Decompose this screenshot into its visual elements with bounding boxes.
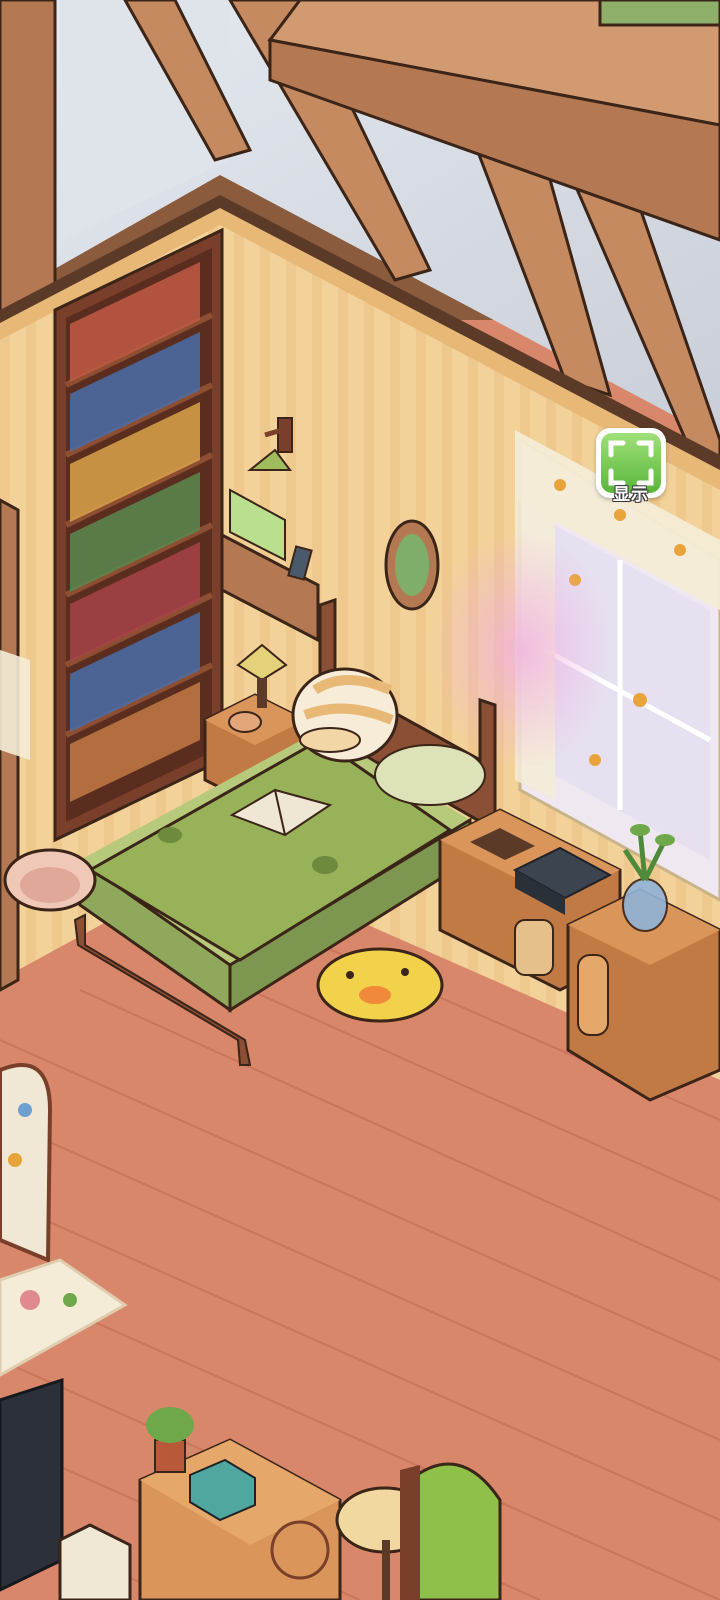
duck-rug[interactable] bbox=[316, 947, 444, 1023]
game-viewport[interactable]: 显示 bbox=[0, 0, 720, 1600]
pet-bed[interactable] bbox=[3, 848, 97, 912]
wall-clock[interactable] bbox=[384, 519, 440, 611]
books bbox=[70, 262, 200, 802]
tv[interactable] bbox=[0, 1377, 64, 1592]
armchair[interactable] bbox=[0, 1063, 53, 1263]
sleeping-character[interactable] bbox=[291, 667, 399, 763]
bookshelf[interactable] bbox=[53, 227, 224, 843]
bedroom-scene[interactable] bbox=[0, 0, 720, 1600]
display-button[interactable]: 显示 bbox=[592, 424, 670, 508]
green-chair[interactable] bbox=[400, 1462, 502, 1600]
pillow bbox=[374, 744, 486, 806]
display-button-label: 显示 bbox=[613, 485, 649, 505]
